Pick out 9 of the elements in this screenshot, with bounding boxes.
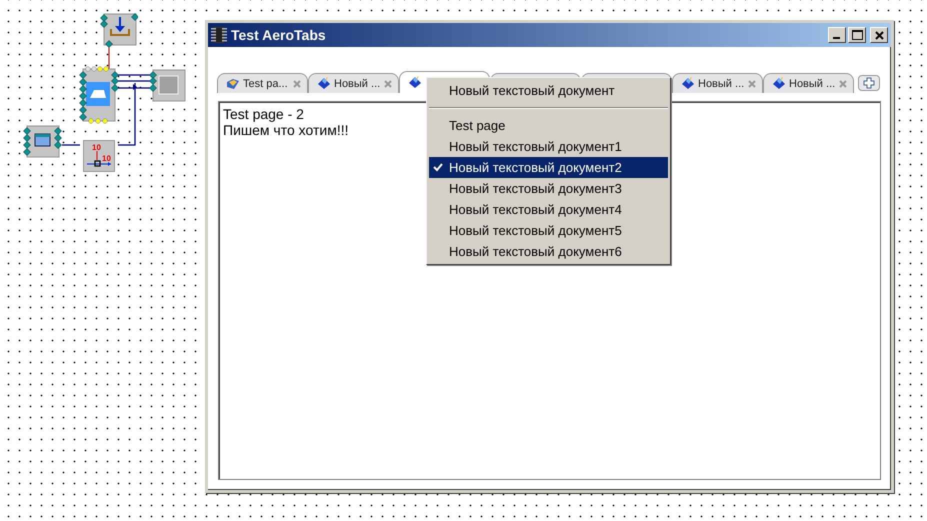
- text-line: Пишем что хотим!!!: [223, 122, 348, 138]
- counter-label: 10: [92, 144, 101, 152]
- tab-label: Новый ...: [334, 78, 381, 90]
- window-title: Test AeroTabs: [231, 27, 327, 43]
- tab-label: Test pa...: [243, 78, 289, 90]
- tab-label: Новый ...: [698, 78, 745, 90]
- text-line: Test page - 2: [223, 106, 304, 122]
- counter-label: 10: [102, 155, 111, 163]
- tab-label: Новый ...: [789, 78, 836, 90]
